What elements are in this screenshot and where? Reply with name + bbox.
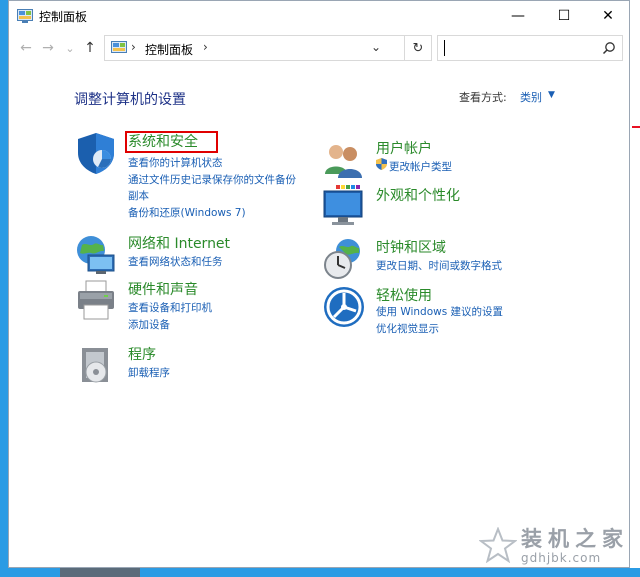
users-icon[interactable] bbox=[322, 138, 366, 182]
navigation-bar: ← → ⌄ ↑ › 控制面板 › ⌄ ↻ bbox=[9, 33, 629, 63]
address-bar[interactable]: › 控制面板 › ⌄ ↻ bbox=[104, 35, 432, 61]
link-add-device[interactable]: 添加设备 bbox=[128, 317, 170, 332]
link-uninstall-program[interactable]: 卸载程序 bbox=[128, 365, 170, 380]
desktop-red-line bbox=[632, 126, 640, 128]
highlight-annotation-box bbox=[125, 131, 218, 153]
link-view-computer-status[interactable]: 查看你的计算机状态 bbox=[128, 155, 223, 170]
printer-icon[interactable] bbox=[74, 279, 118, 323]
address-dropdown-icon[interactable]: ⌄ bbox=[371, 40, 381, 54]
up-arrow-icon[interactable]: ↑ bbox=[81, 39, 99, 57]
watermark-logo: 装机之家 gdhjbk.com bbox=[479, 521, 629, 571]
ease-of-access-icon[interactable] bbox=[322, 285, 366, 329]
control-panel-window: 控制面板 — ☐ ✕ ← → ⌄ ↑ › 控制面板 › ⌄ ↻ 调整计算机的设置… bbox=[8, 0, 630, 568]
clock-globe-icon[interactable] bbox=[322, 237, 366, 281]
link-devices-printers[interactable]: 查看设备和打印机 bbox=[128, 300, 212, 315]
link-network-status[interactable]: 查看网络状态和任务 bbox=[128, 254, 223, 269]
refresh-button[interactable]: ↻ bbox=[404, 36, 431, 60]
text-cursor bbox=[444, 40, 445, 56]
maximize-button[interactable]: ☐ bbox=[541, 1, 587, 31]
link-change-date-time-format[interactable]: 更改日期、时间或数字格式 bbox=[376, 258, 502, 273]
programs-icon[interactable] bbox=[74, 344, 118, 388]
link-change-account-type[interactable]: 更改帐户类型 bbox=[389, 159, 452, 174]
back-arrow-icon[interactable]: ← bbox=[17, 39, 35, 57]
category-title-clock-region[interactable]: 时钟和区域 bbox=[376, 237, 446, 257]
search-input[interactable] bbox=[437, 35, 623, 61]
taskbar-fragment bbox=[60, 568, 140, 577]
breadcrumb-control-panel[interactable]: 控制面板 bbox=[145, 41, 193, 58]
desktop-background-right bbox=[629, 0, 640, 577]
watermark-title: 装机之家 bbox=[521, 527, 629, 551]
close-button[interactable]: ✕ bbox=[585, 1, 631, 31]
control-panel-icon bbox=[17, 9, 33, 23]
link-optimize-visual-display[interactable]: 优化视觉显示 bbox=[376, 321, 439, 336]
link-file-history-cont[interactable]: 副本 bbox=[128, 188, 149, 203]
breadcrumb-separator-icon[interactable]: › bbox=[131, 40, 136, 54]
category-title-appearance[interactable]: 外观和个性化 bbox=[376, 185, 460, 205]
chevron-down-icon[interactable]: ▼ bbox=[548, 90, 555, 100]
star-icon bbox=[479, 527, 517, 563]
category-title-network[interactable]: 网络和 Internet bbox=[128, 233, 230, 253]
control-panel-icon bbox=[111, 41, 127, 53]
category-title-user-accounts[interactable]: 用户帐户 bbox=[376, 138, 432, 158]
page-title: 调整计算机的设置 bbox=[74, 92, 186, 108]
view-by-dropdown[interactable]: 类别 bbox=[520, 89, 542, 105]
recent-locations-chevron-icon[interactable]: ⌄ bbox=[61, 39, 79, 57]
uac-shield-icon bbox=[376, 158, 387, 170]
link-windows-recommended-settings[interactable]: 使用 Windows 建议的设置 bbox=[376, 304, 503, 319]
forward-arrow-icon[interactable]: → bbox=[39, 39, 57, 57]
network-globe-icon[interactable] bbox=[74, 233, 118, 277]
link-backup-restore[interactable]: 备份和还原(Windows 7) bbox=[128, 205, 246, 220]
view-by-label: 查看方式: bbox=[459, 91, 507, 104]
minimize-button[interactable]: — bbox=[495, 1, 541, 31]
category-title-hardware-sound[interactable]: 硬件和声音 bbox=[128, 279, 198, 299]
shield-icon[interactable] bbox=[74, 131, 118, 175]
link-file-history[interactable]: 通过文件历史记录保存你的文件备份 bbox=[128, 172, 296, 187]
watermark-url: gdhjbk.com bbox=[521, 551, 602, 565]
title-bar[interactable]: 控制面板 — ☐ ✕ bbox=[9, 1, 629, 31]
category-title-ease-of-access[interactable]: 轻松使用 bbox=[376, 285, 432, 305]
monitor-palette-icon[interactable] bbox=[322, 185, 366, 229]
category-title-programs[interactable]: 程序 bbox=[128, 344, 156, 364]
search-icon[interactable] bbox=[602, 41, 616, 55]
breadcrumb-separator-icon[interactable]: › bbox=[203, 40, 208, 54]
window-title: 控制面板 bbox=[39, 10, 88, 24]
